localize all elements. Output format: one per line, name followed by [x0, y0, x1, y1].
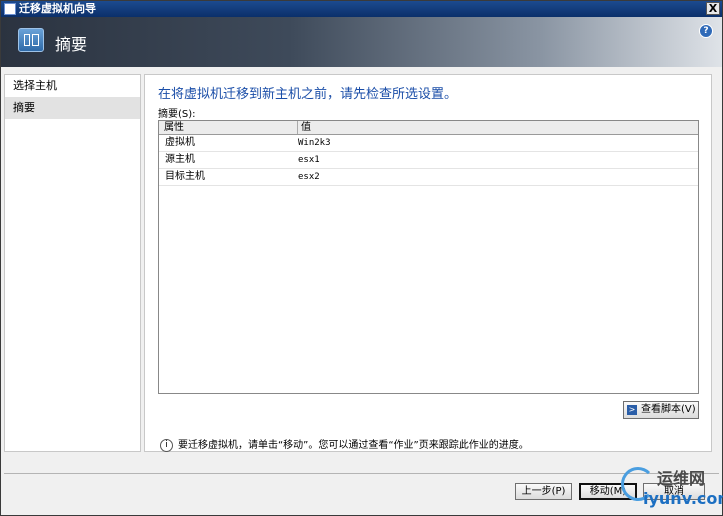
summary-panel: 在将虚拟机迁移到新主机之前，请先检查所选设置。 摘要(S): 属性 值 虚拟机 … [144, 74, 712, 452]
row-value: esx1 [298, 155, 320, 165]
row-value: esx2 [298, 172, 320, 182]
help-icon[interactable]: ? [699, 24, 713, 38]
row-property: 源主机 [165, 154, 195, 165]
window-icon [4, 3, 16, 15]
nav-item-select-host[interactable]: 选择主机 [5, 75, 140, 97]
table-row[interactable]: 虚拟机 Win2k3 [159, 135, 698, 152]
summary-table-label: 摘要(S): [158, 109, 196, 120]
watermark-top-text: 运维网 [657, 469, 706, 488]
footer-divider [4, 473, 719, 474]
wizard-nav: 选择主机 摘要 [4, 74, 141, 452]
info-icon: i [160, 438, 173, 452]
page-heading: 在将虚拟机迁移到新主机之前，请先检查所选设置。 [158, 87, 458, 102]
summary-grid[interactable]: 属性 值 虚拟机 Win2k3 源主机 esx1 目标主机 esx2 [158, 120, 699, 394]
watermark-bottom-text: iyunv.com [643, 489, 723, 508]
window-title: 迁移虚拟机向导 [19, 2, 96, 15]
row-property: 虚拟机 [165, 137, 195, 148]
banner-title: 摘要 [55, 35, 88, 54]
wizard-banner: 摘要 ? [1, 17, 722, 67]
site-watermark: 运维网 iyunv.com [621, 465, 723, 511]
column-header-value[interactable]: 值 [297, 121, 311, 134]
wizard-summary-icon [18, 28, 44, 52]
view-script-label: 查看脚本(V) [641, 404, 696, 415]
info-message: i 要迁移虚拟机，请单击“移动”。您可以通过查看“作业”页来跟踪此作业的进度。 [160, 436, 529, 452]
nav-item-summary[interactable]: 摘要 [5, 97, 140, 119]
migrate-vm-wizard-window: 迁移虚拟机向导 X 摘要 ? 选择主机 摘要 在将虚拟机迁移到新主机之前，请先检… [0, 0, 723, 516]
close-button[interactable]: X [706, 2, 720, 15]
view-script-button[interactable]: > 查看脚本(V) [623, 401, 699, 419]
table-row[interactable]: 源主机 esx1 [159, 152, 698, 169]
column-header-property[interactable]: 属性 [164, 121, 184, 134]
grid-header: 属性 值 [159, 121, 698, 135]
row-value: Win2k3 [298, 138, 331, 148]
row-property: 目标主机 [165, 171, 205, 182]
back-button[interactable]: 上一步(P) [515, 483, 572, 500]
table-row[interactable]: 目标主机 esx2 [159, 169, 698, 186]
info-text: 要迁移虚拟机，请单击“移动”。您可以通过查看“作业”页来跟踪此作业的进度。 [178, 440, 529, 451]
powershell-icon: > [627, 405, 637, 415]
title-bar[interactable]: 迁移虚拟机向导 X [1, 1, 722, 17]
